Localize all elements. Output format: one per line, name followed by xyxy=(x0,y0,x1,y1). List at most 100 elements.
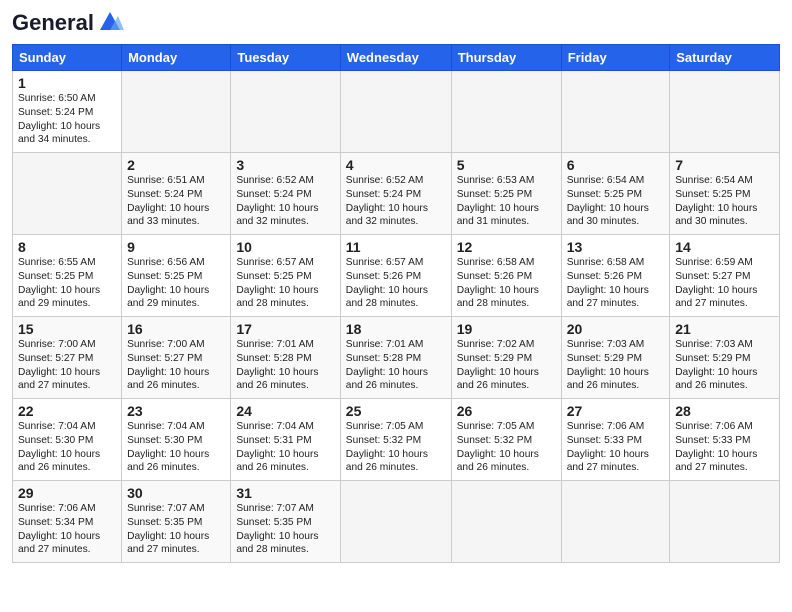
calendar-cell: 4Sunrise: 6:52 AM Sunset: 5:24 PM Daylig… xyxy=(340,153,451,235)
day-header-thursday: Thursday xyxy=(451,45,561,71)
day-info: Sunrise: 7:06 AM Sunset: 5:34 PM Dayligh… xyxy=(18,502,116,557)
calendar-row: 8Sunrise: 6:55 AM Sunset: 5:25 PM Daylig… xyxy=(13,235,780,317)
calendar-cell: 18Sunrise: 7:01 AM Sunset: 5:28 PM Dayli… xyxy=(340,317,451,399)
calendar-cell: 6Sunrise: 6:54 AM Sunset: 5:25 PM Daylig… xyxy=(561,153,670,235)
day-number: 24 xyxy=(236,403,334,419)
day-info: Sunrise: 6:59 AM Sunset: 5:27 PM Dayligh… xyxy=(675,256,774,311)
day-number: 19 xyxy=(457,321,556,337)
day-number: 15 xyxy=(18,321,116,337)
day-number: 20 xyxy=(567,321,665,337)
calendar-cell: 14Sunrise: 6:59 AM Sunset: 5:27 PM Dayli… xyxy=(670,235,780,317)
calendar-cell: 25Sunrise: 7:05 AM Sunset: 5:32 PM Dayli… xyxy=(340,399,451,481)
calendar-cell xyxy=(451,71,561,153)
logo-general: General xyxy=(12,10,94,36)
calendar-cell xyxy=(670,71,780,153)
calendar-cell: 22Sunrise: 7:04 AM Sunset: 5:30 PM Dayli… xyxy=(13,399,122,481)
day-header-tuesday: Tuesday xyxy=(231,45,340,71)
day-number: 31 xyxy=(236,485,334,501)
day-header-friday: Friday xyxy=(561,45,670,71)
calendar-cell: 15Sunrise: 7:00 AM Sunset: 5:27 PM Dayli… xyxy=(13,317,122,399)
calendar-cell: 20Sunrise: 7:03 AM Sunset: 5:29 PM Dayli… xyxy=(561,317,670,399)
day-number: 13 xyxy=(567,239,665,255)
day-number: 6 xyxy=(567,157,665,173)
calendar-cell: 8Sunrise: 6:55 AM Sunset: 5:25 PM Daylig… xyxy=(13,235,122,317)
day-info: Sunrise: 7:00 AM Sunset: 5:27 PM Dayligh… xyxy=(127,338,225,393)
day-number: 21 xyxy=(675,321,774,337)
day-info: Sunrise: 6:53 AM Sunset: 5:25 PM Dayligh… xyxy=(457,174,556,229)
day-number: 8 xyxy=(18,239,116,255)
calendar-cell: 23Sunrise: 7:04 AM Sunset: 5:30 PM Dayli… xyxy=(122,399,231,481)
calendar-cell xyxy=(231,71,340,153)
calendar-cell xyxy=(561,71,670,153)
calendar-cell: 12Sunrise: 6:58 AM Sunset: 5:26 PM Dayli… xyxy=(451,235,561,317)
calendar-row: 22 Sunrise: 7:04 AM Sunset: 5:30 PM Dayli… xyxy=(13,399,780,481)
day-number: 11 xyxy=(346,239,446,255)
day-info: Sunrise: 7:04 AM Sunset: 5:31 PM Dayligh… xyxy=(236,420,334,475)
calendar-header-row: SundayMondayTuesdayWednesdayThursdayFrid… xyxy=(13,45,780,71)
calendar-cell: 31Sunrise: 7:07 AM Sunset: 5:35 PM Dayli… xyxy=(231,481,340,563)
day-info: Sunrise: 7:03 AM Sunset: 5:29 PM Dayligh… xyxy=(567,338,665,393)
day-info: Sunrise: 6:52 AM Sunset: 5:24 PM Dayligh… xyxy=(346,174,446,229)
day-info: Sunrise: 6:55 AM Sunset: 5:25 PM Dayligh… xyxy=(18,256,116,311)
day-number: 26 xyxy=(457,403,556,419)
day-number: 18 xyxy=(346,321,446,337)
calendar-cell: 17Sunrise: 7:01 AM Sunset: 5:28 PM Dayli… xyxy=(231,317,340,399)
day-info: Sunrise: 7:01 AM Sunset: 5:28 PM Dayligh… xyxy=(346,338,446,393)
calendar-cell: 28Sunrise: 7:06 AM Sunset: 5:33 PM Dayli… xyxy=(670,399,780,481)
day-info: Sunrise: 7:06 AM Sunset: 5:33 PM Dayligh… xyxy=(567,420,665,475)
calendar-row: 15Sunrise: 7:00 AM Sunset: 5:27 PM Dayli… xyxy=(13,317,780,399)
day-info: Sunrise: 6:50 AM Sunset: 5:24 PM Dayligh… xyxy=(18,92,116,147)
day-number: 2 xyxy=(127,157,225,173)
calendar-cell xyxy=(670,481,780,563)
day-number: 12 xyxy=(457,239,556,255)
day-number: 23 xyxy=(127,403,225,419)
day-number: 10 xyxy=(236,239,334,255)
day-info: Sunrise: 6:52 AM Sunset: 5:24 PM Dayligh… xyxy=(236,174,334,229)
calendar-cell: 26Sunrise: 7:05 AM Sunset: 5:32 PM Dayli… xyxy=(451,399,561,481)
page-container: General SundayMondayTuesdayWednesdayThur… xyxy=(0,0,792,571)
day-number: 16 xyxy=(127,321,225,337)
day-info: Sunrise: 6:54 AM Sunset: 5:25 PM Dayligh… xyxy=(567,174,665,229)
calendar-cell: 27Sunrise: 7:06 AM Sunset: 5:33 PM Dayli… xyxy=(561,399,670,481)
calendar-cell xyxy=(340,71,451,153)
day-info: Sunrise: 7:00 AM Sunset: 5:27 PM Dayligh… xyxy=(18,338,116,393)
day-number: 1 xyxy=(18,75,116,91)
day-info: Sunrise: 6:57 AM Sunset: 5:25 PM Dayligh… xyxy=(236,256,334,311)
day-info: Sunrise: 6:57 AM Sunset: 5:26 PM Dayligh… xyxy=(346,256,446,311)
day-info: Sunrise: 6:56 AM Sunset: 5:25 PM Dayligh… xyxy=(127,256,225,311)
calendar-cell: 30Sunrise: 7:07 AM Sunset: 5:35 PM Dayli… xyxy=(122,481,231,563)
day-info: Sunrise: 6:58 AM Sunset: 5:26 PM Dayligh… xyxy=(457,256,556,311)
day-number: 17 xyxy=(236,321,334,337)
calendar-cell: 10Sunrise: 6:57 AM Sunset: 5:25 PM Dayli… xyxy=(231,235,340,317)
day-info: Sunrise: 7:05 AM Sunset: 5:32 PM Dayligh… xyxy=(346,420,446,475)
day-number: 9 xyxy=(127,239,225,255)
day-info: Sunrise: 7:02 AM Sunset: 5:29 PM Dayligh… xyxy=(457,338,556,393)
calendar-cell: 13Sunrise: 6:58 AM Sunset: 5:26 PM Dayli… xyxy=(561,235,670,317)
calendar-cell: 24Sunrise: 7:04 AM Sunset: 5:31 PM Dayli… xyxy=(231,399,340,481)
day-info: Sunrise: 7:04 AM Sunset: 5:30 PM Dayligh… xyxy=(127,420,225,475)
calendar-cell: 21Sunrise: 7:03 AM Sunset: 5:29 PM Dayli… xyxy=(670,317,780,399)
day-header-saturday: Saturday xyxy=(670,45,780,71)
calendar-cell xyxy=(13,153,122,235)
header: General xyxy=(12,10,780,36)
calendar-cell: 2Sunrise: 6:51 AM Sunset: 5:24 PM Daylig… xyxy=(122,153,231,235)
calendar-cell: 5Sunrise: 6:53 AM Sunset: 5:25 PM Daylig… xyxy=(451,153,561,235)
calendar-cell: 11Sunrise: 6:57 AM Sunset: 5:26 PM Dayli… xyxy=(340,235,451,317)
day-number: 29 xyxy=(18,485,116,501)
calendar-cell xyxy=(122,71,231,153)
day-number: 28 xyxy=(675,403,774,419)
day-header-wednesday: Wednesday xyxy=(340,45,451,71)
day-number: 22 xyxy=(18,403,116,419)
calendar-cell: 7Sunrise: 6:54 AM Sunset: 5:25 PM Daylig… xyxy=(670,153,780,235)
day-number: 4 xyxy=(346,157,446,173)
calendar-cell xyxy=(451,481,561,563)
calendar-row: 1Sunrise: 6:50 AM Sunset: 5:24 PM Daylig… xyxy=(13,71,780,153)
day-number: 30 xyxy=(127,485,225,501)
day-number: 14 xyxy=(675,239,774,255)
calendar-cell: 3Sunrise: 6:52 AM Sunset: 5:24 PM Daylig… xyxy=(231,153,340,235)
day-number: 27 xyxy=(567,403,665,419)
day-number: 7 xyxy=(675,157,774,173)
calendar-row: 2Sunrise: 6:51 AM Sunset: 5:24 PM Daylig… xyxy=(13,153,780,235)
day-info: Sunrise: 7:06 AM Sunset: 5:33 PM Dayligh… xyxy=(675,420,774,475)
day-number: 5 xyxy=(457,157,556,173)
